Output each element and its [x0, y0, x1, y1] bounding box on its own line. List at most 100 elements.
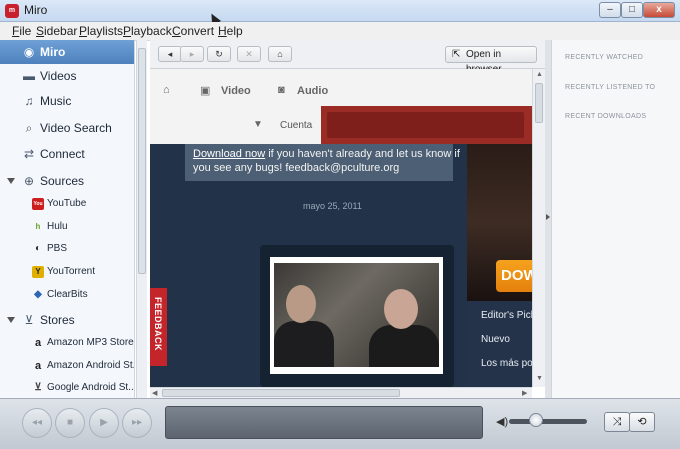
sidebar-item-pbs[interactable]: ◐ PBS	[0, 239, 134, 261]
feedback-tab[interactable]: FEEDBACK	[150, 288, 167, 366]
sidebar-item-google-android[interactable]: ⊻ Google Android St...	[0, 378, 134, 398]
video-icon: ▣	[200, 85, 211, 97]
close-button[interactable]: x	[643, 2, 675, 18]
sidebar-item-label: Connect	[40, 147, 85, 161]
expand-triangle-icon[interactable]	[7, 178, 15, 184]
menu-playlists[interactable]: Playlists	[79, 24, 123, 38]
sidebar-item-label: Video Search	[40, 121, 112, 135]
download-now-link[interactable]: Download now	[193, 148, 265, 160]
scrollbar-thumb[interactable]	[162, 389, 400, 397]
sidebar-item-clearbits[interactable]: ◆ ClearBits	[0, 285, 134, 307]
maximize-button[interactable]: □	[621, 2, 643, 18]
promo-image: DOW	[467, 144, 532, 301]
sidebar-item-label: ClearBits	[47, 289, 88, 300]
search-box[interactable]	[327, 112, 524, 138]
scroll-left-icon[interactable]: ◀	[152, 389, 157, 397]
youtube-icon: You	[32, 198, 44, 210]
recently-listened-heading: RECENTLY LISTENED TO	[565, 84, 656, 91]
sidebar-item-connect[interactable]: ⇄ Connect	[0, 142, 134, 166]
scroll-down-icon[interactable]: ▼	[536, 375, 543, 382]
sidebar-item-label: Amazon Android St...	[47, 360, 135, 371]
expand-triangle-icon[interactable]	[7, 317, 15, 323]
sidebar-section-sources[interactable]: ⊕ Sources	[0, 169, 134, 193]
sidebar: ◉ Miro ▬ Videos ♫ Music ⌕ Video Search ⇄…	[0, 40, 135, 398]
notice-text: you see any bugs! feedback@pculture.org	[193, 162, 400, 174]
forward-button[interactable]: ▸	[180, 46, 204, 62]
sidebar-item-miro[interactable]: ◉ Miro	[0, 40, 134, 64]
external-link-icon: ⇱	[452, 49, 461, 60]
next-button[interactable]: ▸▸	[122, 408, 152, 438]
player-bar: ◂◂ ■ ▶ ▸▸ ◀) ⤨ ⟲	[0, 398, 680, 449]
menu-file[interactable]: File	[12, 24, 31, 38]
hulu-icon: h	[35, 222, 41, 231]
stop-button[interactable]: ✕	[237, 46, 261, 62]
youtorrent-icon: Y	[32, 266, 44, 278]
web-content: ⌂ ▣ Video ◙ Audio ▼ Cuenta Download now …	[150, 69, 532, 387]
recent-panel: RECENTLY WATCHED RECENTLY LISTENED TO RE…	[551, 40, 680, 398]
sidebar-item-videos[interactable]: ▬ Videos	[0, 64, 134, 88]
scroll-right-icon[interactable]: ▶	[522, 389, 527, 397]
video-card[interactable]	[260, 245, 454, 387]
open-in-browser-button[interactable]: ⇱ Open in browser	[445, 46, 537, 75]
sidebar-item-music[interactable]: ♫ Music	[0, 89, 134, 113]
volume-icon[interactable]: ◀)	[496, 415, 508, 428]
page-body: Download now if you haven't already and …	[150, 144, 532, 387]
sidebar-item-youtorrent[interactable]: Y YouTorrent	[0, 262, 134, 284]
menu-playback[interactable]: Playback	[123, 24, 172, 38]
scrollbar-thumb[interactable]	[138, 48, 146, 274]
page-right-column: DOW Editor's Pick Nuevo Los más pop	[467, 144, 532, 387]
menu-bar: File Sidebar Playlists Playback Convert …	[0, 22, 680, 41]
editors-pick-link[interactable]: Editor's Pick	[481, 310, 532, 321]
shuffle-button[interactable]: ⤨	[604, 412, 630, 432]
collapse-arrow-icon[interactable]	[546, 214, 550, 220]
sidebar-section-stores[interactable]: ⊻ Stores	[0, 308, 134, 332]
sidebar-item-video-search[interactable]: ⌕ Video Search	[0, 116, 134, 140]
post-date: mayo 25, 2011	[303, 201, 362, 211]
page-nav-audio[interactable]: Audio	[297, 85, 328, 97]
user-icon: ▼	[253, 119, 263, 130]
download-button[interactable]: DOW	[496, 260, 532, 292]
amazon-icon: a	[34, 360, 42, 372]
stop-playback-button[interactable]: ■	[55, 408, 85, 438]
recently-watched-heading: RECENTLY WATCHED	[565, 54, 644, 61]
sidebar-item-amazon-mp3[interactable]: a Amazon MP3 Store	[0, 333, 134, 355]
repeat-button[interactable]: ⟲	[629, 412, 655, 432]
pbs-icon: ◐	[34, 243, 42, 254]
sidebar-section-label: Sources	[40, 174, 85, 188]
web-vertical-scrollbar[interactable]: ▲ ▼	[532, 69, 545, 387]
page-nav-video[interactable]: Video	[221, 85, 251, 97]
home-icon[interactable]: ⌂	[163, 84, 170, 96]
sidebar-scrollbar[interactable]	[136, 40, 147, 398]
sidebar-item-label: Music	[40, 94, 72, 108]
miro-app-icon: m	[5, 4, 19, 18]
sidebar-item-label: Videos	[40, 69, 77, 83]
account-link[interactable]: Cuenta	[280, 120, 312, 131]
minimize-button[interactable]: –	[599, 2, 621, 18]
search-banner	[321, 106, 532, 144]
menu-sidebar[interactable]: Sidebar	[36, 24, 77, 38]
home-button[interactable]: ⌂	[268, 46, 292, 62]
play-button[interactable]: ▶	[89, 408, 119, 438]
sidebar-item-youtube[interactable]: You YouTube	[0, 194, 134, 216]
menu-help[interactable]: Help	[218, 24, 243, 38]
video-thumbnail[interactable]	[270, 257, 443, 374]
previous-button[interactable]: ◂◂	[22, 408, 52, 438]
sidebar-item-amazon-android[interactable]: a Amazon Android St...	[0, 356, 134, 378]
page-nav: ⌂ ▣ Video ◙ Audio ▼ Cuenta	[150, 69, 532, 144]
videos-icon: ▬	[23, 69, 35, 83]
cart-icon: ⊻	[24, 313, 34, 327]
sidebar-item-label: YouTorrent	[47, 266, 95, 277]
popular-link[interactable]: Los más pop	[481, 358, 532, 369]
menu-convert[interactable]: Convert	[172, 24, 214, 38]
scrollbar-thumb[interactable]	[535, 83, 543, 123]
volume-slider[interactable]	[509, 419, 587, 424]
reload-button[interactable]: ↻	[207, 46, 231, 62]
sidebar-item-hulu[interactable]: h Hulu	[0, 217, 134, 239]
back-button[interactable]: ◂	[158, 46, 182, 62]
cart-icon: ⊻	[34, 382, 42, 393]
download-notice: Download now if you haven't already and …	[185, 144, 460, 181]
nuevo-link[interactable]: Nuevo	[481, 334, 510, 345]
volume-slider-knob[interactable]	[529, 413, 544, 427]
sidebar-section-label: Stores	[40, 313, 75, 327]
scroll-up-icon[interactable]: ▲	[536, 71, 543, 78]
